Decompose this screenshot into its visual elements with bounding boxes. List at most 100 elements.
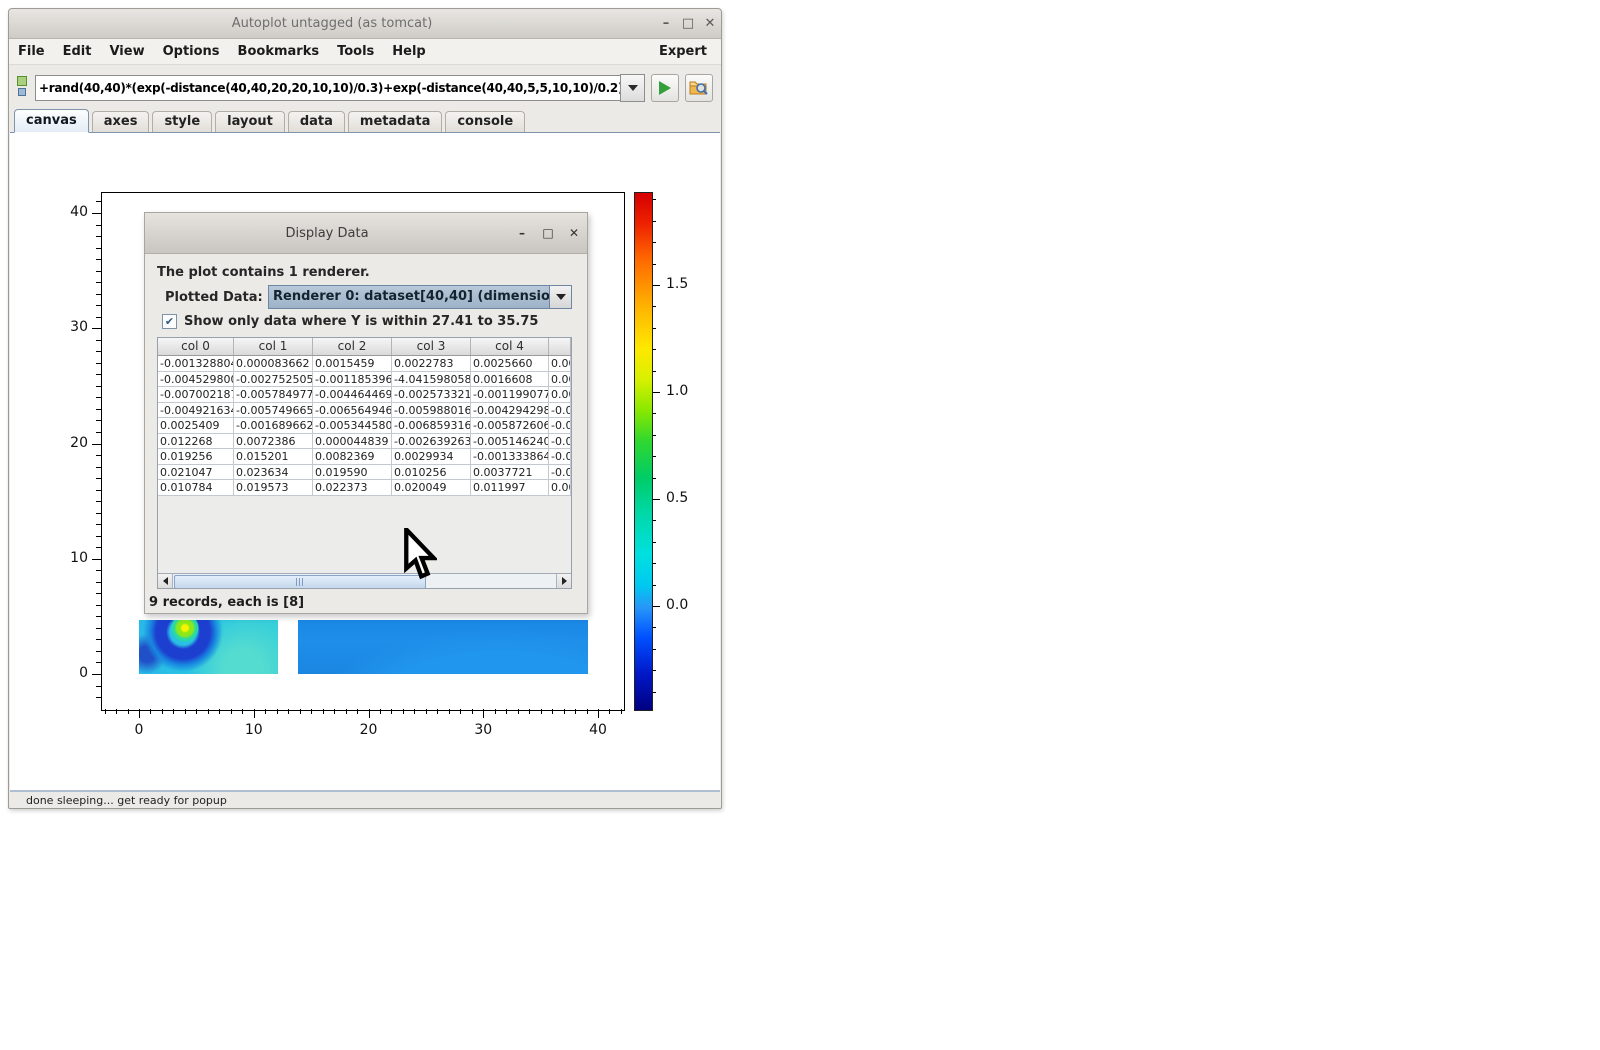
table-cell: 0.0016608 [471,372,549,388]
table-cell: -0.005872606... [471,418,549,434]
table-cell: 0.0082369 [313,449,392,465]
status-bar: done sleeping... get ready for popup [9,792,721,808]
tab-canvas[interactable]: canvas [14,109,89,133]
table-cell: -0.005749665... [234,403,313,419]
column-header[interactable]: col 4 [471,338,549,355]
tab-data[interactable]: data [288,111,345,132]
menu-tools[interactable]: Tools [328,44,383,59]
table-cell: -0.001328804... [158,356,234,372]
table-row[interactable]: -0.004529800...-0.002752505...-0.0011853… [158,372,571,388]
tab-axes[interactable]: axes [92,111,150,132]
y-tick-label: 40 [54,204,88,220]
table-cell: 0.012268 [158,434,234,450]
dialog-minimize-icon[interactable]: – [509,226,535,240]
table-cell: 0.019590 [313,465,392,481]
menu-view[interactable]: View [100,44,153,59]
colorbar [634,192,653,711]
records-summary: 9 records, each is [8] [149,595,304,610]
menu-help[interactable]: Help [383,44,434,59]
table-cell: 0.0025660 [471,356,549,372]
menu-edit[interactable]: Edit [54,44,101,59]
horizontal-scrollbar[interactable] [158,573,571,588]
scroll-left-button[interactable] [158,574,173,588]
table-row[interactable]: 0.0107840.0195730.0223730.0200490.011997… [158,480,571,496]
table-cell: 0.00 [549,480,571,496]
table-cell: -0.002752505... [234,372,313,388]
colorbar-major-tick [652,499,660,500]
table-cell: -0.0 [549,403,571,419]
maximize-icon[interactable]: □ [677,16,699,31]
uri-toolbar: +rand(40,40)*(exp(-distance(40,40,20,20,… [9,65,721,110]
table-cell: 0.0037721 [471,465,549,481]
table-cell: -0.004294298... [471,403,549,419]
minimize-icon[interactable]: – [655,16,677,31]
tab-layout[interactable]: layout [215,111,285,132]
table-cell: 0.019573 [234,480,313,496]
column-header[interactable]: col 1 [234,338,313,355]
plotted-data-label: Plotted Data: [165,290,263,305]
uri-input[interactable]: +rand(40,40)*(exp(-distance(40,40,20,20,… [35,75,620,101]
plotted-data-select[interactable]: Renderer 0: dataset[40,40] (dimension... [268,285,572,309]
uri-dropdown-button[interactable] [620,74,645,102]
scrollbar-thumb[interactable] [174,575,426,589]
folder-search-icon [689,79,709,96]
thumb-grip [296,578,304,586]
table-cell: -0.001689662... [234,418,313,434]
chevron-down-icon [556,294,566,300]
tab-style[interactable]: style [152,111,212,132]
go-button[interactable] [651,74,679,102]
dialog-titlebar[interactable]: Display Data – □ ✕ [145,213,587,254]
table-cell: -0.001333864... [471,449,549,465]
y-tick-label: 0 [54,665,88,681]
menu-options[interactable]: Options [154,44,229,59]
colorbar-tick-label: 0.5 [666,490,688,506]
table-cell: 0.019256 [158,449,234,465]
scroll-right-button[interactable] [556,574,571,588]
table-cell: 0.0025409 [158,418,234,434]
table-cell: -0.005146240... [471,434,549,450]
table-row[interactable]: 0.0210470.0236340.0195900.0102560.003772… [158,465,571,481]
column-header[interactable]: col 2 [313,338,392,355]
y-major-tick [92,559,101,560]
autoplot-window: Autoplot untagged (as tomcat) – □ ✕ File… [8,8,722,809]
table-row[interactable]: 0.0122680.00723860.000044839-0.002639263… [158,434,571,450]
table-cell: -0.005344580... [313,418,392,434]
table-row[interactable]: -0.004921634...-0.005749665...-0.0065649… [158,403,571,419]
menu-bookmarks[interactable]: Bookmarks [229,44,329,59]
table-row[interactable]: -0.001328804...0.0000836620.00154590.002… [158,356,571,372]
y-major-tick [92,328,101,329]
tab-console[interactable]: console [445,111,525,132]
table-cell: 0.00 [549,356,571,372]
inspect-uri-button[interactable] [685,74,713,102]
window-titlebar[interactable]: Autoplot untagged (as tomcat) – □ ✕ [9,9,721,39]
column-header[interactable]: col 3 [392,338,471,355]
select-dropdown-button[interactable] [549,286,571,308]
filter-label: Show only data where Y is within 27.41 t… [184,314,538,329]
y-major-tick [92,213,101,214]
close-icon[interactable]: ✕ [699,16,721,31]
data-table[interactable]: col 0col 1col 2col 3col 4 -0.001328804..… [157,337,572,589]
table-cell: 0.021047 [158,465,234,481]
y-major-tick [92,444,101,445]
column-header[interactable] [549,338,571,355]
table-cell: 0.0029934 [392,449,471,465]
table-cell: -0.0 [549,449,571,465]
table-cell: -0.005784977... [234,387,313,403]
tab-metadata[interactable]: metadata [348,111,442,132]
table-row[interactable]: -0.007002187...-0.005784977...-0.0044644… [158,387,571,403]
table-row[interactable]: 0.0025409-0.001689662...-0.005344580... -… [158,418,571,434]
table-cell: 0.00 [549,387,571,403]
filter-checkbox[interactable]: ✔ [162,314,177,329]
dialog-close-icon[interactable]: ✕ [561,226,587,240]
column-header[interactable]: col 0 [158,338,234,355]
plot-canvas[interactable]: 0102030400102030400.00.51.01.5 Display D… [10,132,720,792]
filter-row: ✔ Show only data where Y is within 27.41… [162,314,538,329]
expert-menu[interactable]: Expert [645,44,721,59]
table-row[interactable]: 0.0192560.0152010.00823690.0029934-0.001… [158,449,571,465]
menu-file[interactable]: File [9,44,54,59]
dialog-maximize-icon[interactable]: □ [535,226,561,240]
chevron-down-icon [628,85,638,91]
tab-bar: canvas axes style layout data metadata c… [9,110,721,132]
table-cell: 0.010784 [158,480,234,496]
table-cell: 0.000083662 [234,356,313,372]
